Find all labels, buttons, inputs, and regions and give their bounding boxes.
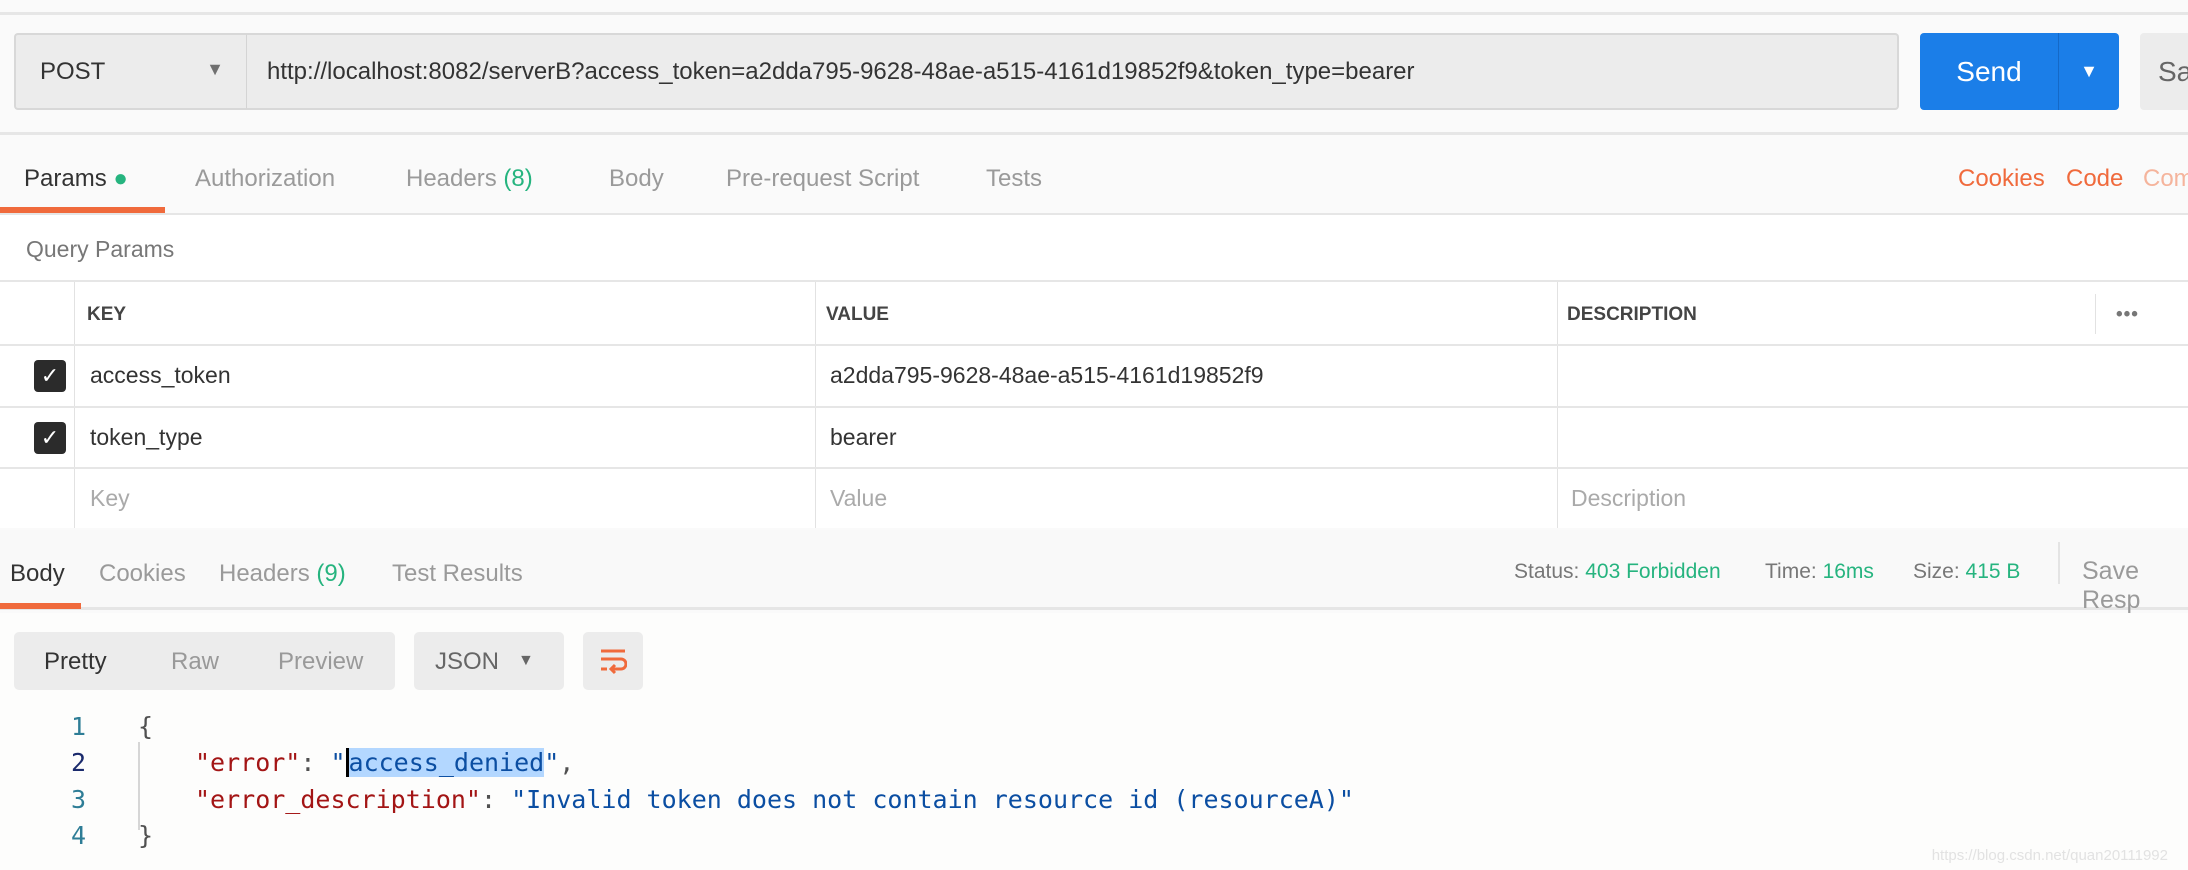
size-value: 415 B bbox=[1965, 560, 2021, 583]
tab-label: Headers bbox=[219, 560, 310, 587]
divider bbox=[2095, 294, 2096, 334]
param-key[interactable]: token_type bbox=[90, 424, 203, 451]
indent-guide bbox=[138, 742, 140, 830]
divider bbox=[0, 344, 2188, 346]
param-key[interactable]: access_token bbox=[90, 362, 231, 389]
new-description-input[interactable]: Description bbox=[1571, 485, 1686, 512]
code-text: } bbox=[138, 821, 154, 850]
json-value: "Invalid token does not contain resource… bbox=[511, 785, 1354, 814]
time-readout: Time: 16ms bbox=[1765, 560, 1874, 584]
response-bar: Body Cookies Headers (9) Test Results St… bbox=[0, 530, 2188, 614]
tab-headers[interactable]: Headers (8) bbox=[406, 165, 533, 193]
divider bbox=[0, 467, 2188, 469]
param-value[interactable]: bearer bbox=[830, 424, 896, 451]
json-key: "error_description" bbox=[195, 785, 481, 814]
status-label: Status: bbox=[1514, 560, 1580, 583]
cookies-link[interactable]: Cookies bbox=[1958, 165, 2045, 193]
line-number: 1 bbox=[70, 712, 86, 741]
params-table: KEY VALUE DESCRIPTION ••• ✓ access_token… bbox=[0, 280, 2188, 528]
time-value: 16ms bbox=[1822, 560, 1874, 583]
save-button[interactable]: Sa bbox=[2140, 33, 2188, 110]
param-value[interactable]: a2dda795-9628-48ae-a515-4161d19852f9 bbox=[830, 362, 1264, 389]
query-params-title: Query Params bbox=[26, 236, 175, 262]
headers-count: (9) bbox=[316, 560, 346, 587]
wrap-icon bbox=[601, 649, 627, 675]
view-pretty[interactable]: Pretty bbox=[44, 648, 107, 676]
new-value-input[interactable]: Value bbox=[830, 485, 887, 512]
tab-label: Params bbox=[24, 165, 107, 192]
code-text: "error_description": "Invalid token does… bbox=[195, 785, 1354, 814]
response-body: Pretty Raw Preview JSON ▼ bbox=[0, 613, 2188, 870]
tab-authorization[interactable]: Authorization bbox=[195, 165, 335, 193]
save-response-button[interactable]: Save Resp bbox=[2082, 557, 2188, 615]
url-input[interactable]: http://localhost:8082/serverB?access_tok… bbox=[247, 33, 1899, 110]
tab-params[interactable]: Params ● bbox=[24, 165, 128, 193]
line-number: 4 bbox=[70, 821, 86, 850]
divider bbox=[815, 282, 816, 528]
send-button[interactable]: Send ▼ bbox=[1920, 33, 2119, 110]
size-label: Size: bbox=[1913, 560, 1960, 583]
line-number: 3 bbox=[70, 785, 86, 814]
size-readout: Size: 415 B bbox=[1913, 560, 2020, 584]
new-key-input[interactable]: Key bbox=[90, 485, 130, 512]
method-select[interactable]: POST ▼ bbox=[14, 33, 247, 110]
time-label: Time: bbox=[1765, 560, 1817, 583]
send-options-chevron-icon[interactable]: ▼ bbox=[2059, 33, 2119, 110]
active-tab-indicator bbox=[0, 603, 81, 609]
code-link[interactable]: Code bbox=[2066, 165, 2123, 193]
divider bbox=[0, 406, 2188, 408]
divider bbox=[0, 132, 2188, 135]
column-header-value: VALUE bbox=[826, 304, 889, 325]
chevron-down-icon: ▼ bbox=[518, 652, 534, 669]
view-preview[interactable]: Preview bbox=[278, 648, 363, 676]
code-text: "error": " access_denied", bbox=[195, 748, 575, 777]
format-select[interactable]: JSON ▼ bbox=[414, 632, 564, 690]
response-tab-cookies[interactable]: Cookies bbox=[99, 560, 186, 588]
view-raw[interactable]: Raw bbox=[171, 648, 219, 676]
tab-label: Headers bbox=[406, 165, 497, 192]
headers-count: (8) bbox=[503, 165, 533, 192]
format-value: JSON bbox=[435, 648, 500, 675]
code-text: { bbox=[138, 712, 154, 741]
column-header-key: KEY bbox=[87, 304, 127, 325]
divider bbox=[0, 12, 2188, 15]
watermark: https://blog.csdn.net/quan20111992 bbox=[1931, 847, 2168, 864]
divider bbox=[74, 282, 75, 528]
method-value: POST bbox=[40, 57, 106, 85]
chevron-down-icon: ▼ bbox=[206, 59, 224, 79]
divider bbox=[1557, 282, 1558, 528]
send-label: Send bbox=[1956, 55, 2022, 87]
row-checkbox[interactable]: ✓ bbox=[34, 422, 66, 454]
response-tab-body[interactable]: Body bbox=[10, 560, 65, 588]
comments-link[interactable]: Com bbox=[2143, 165, 2188, 193]
row-checkbox[interactable]: ✓ bbox=[34, 360, 66, 392]
json-key: "error" bbox=[195, 748, 301, 777]
selected-text: access_denied bbox=[345, 748, 545, 777]
divider bbox=[2058, 542, 2060, 584]
column-header-description: DESCRIPTION bbox=[1567, 304, 1697, 325]
more-options-icon[interactable]: ••• bbox=[2116, 304, 2139, 326]
tab-body[interactable]: Body bbox=[609, 165, 664, 193]
response-tab-test-results[interactable]: Test Results bbox=[392, 560, 523, 588]
tab-pre-request-script[interactable]: Pre-request Script bbox=[726, 165, 919, 193]
line-number: 2 bbox=[70, 748, 86, 777]
view-mode-group: Pretty Raw Preview bbox=[14, 632, 395, 690]
tab-tests[interactable]: Tests bbox=[986, 165, 1042, 193]
params-dot-icon: ● bbox=[113, 165, 128, 192]
query-params-header bbox=[0, 215, 2188, 280]
status-readout: Status: 403 Forbidden bbox=[1514, 560, 1721, 584]
status-value: 403 Forbidden bbox=[1585, 560, 1721, 583]
wrap-lines-button[interactable] bbox=[583, 632, 643, 690]
response-tab-headers[interactable]: Headers (9) bbox=[219, 560, 346, 588]
